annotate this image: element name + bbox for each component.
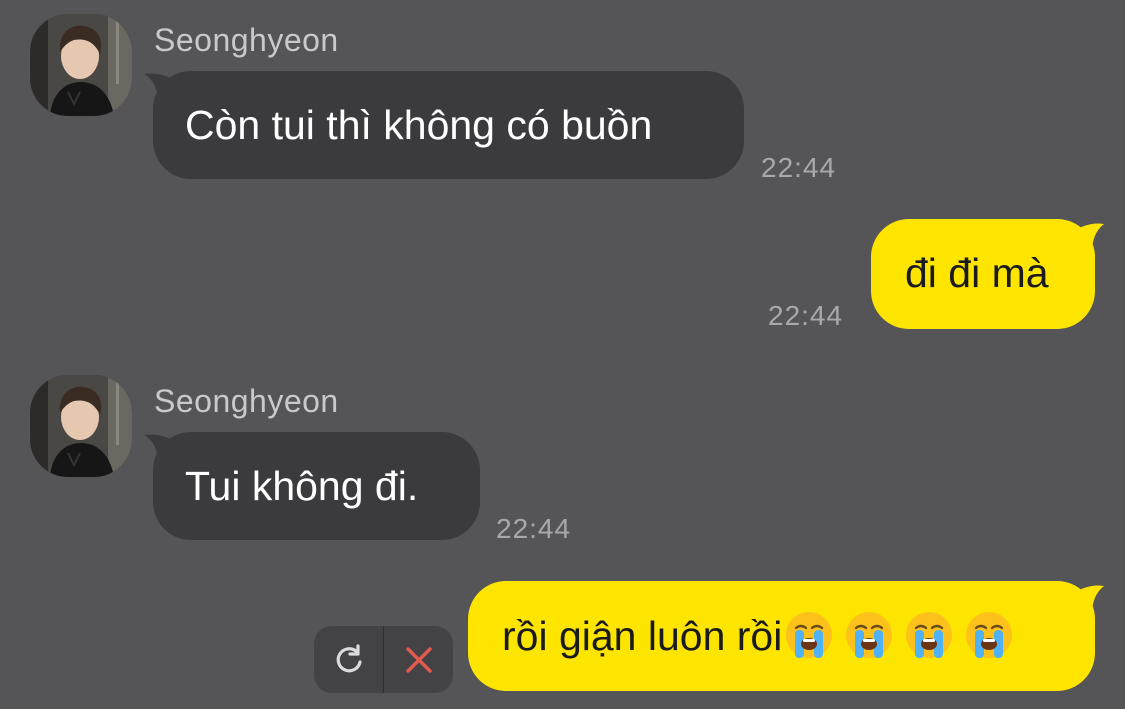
retry-icon [336,643,362,672]
close-icon [405,646,432,673]
message-time: 22:44 [496,513,572,544]
loudly-crying-face-icon [786,612,833,658]
message-bubble-outgoing[interactable]: rồi giận luôn rồi [468,581,1095,691]
bubble-tail [1070,585,1104,614]
message-bubble-incoming[interactable]: Tui không đi. [153,432,480,540]
avatar-photo [30,14,132,116]
message-time: 22:44 [761,152,837,183]
message-text: Còn tui thì không có buồn [185,102,653,148]
message-bubble-incoming[interactable]: Còn tui thì không có buồn [153,71,744,179]
sender-name: Seonghyeon [154,383,339,419]
message-text: đi đi mà [905,250,1049,296]
message-text: rồi giận luôn rồi [502,613,783,659]
delete-button[interactable] [384,626,453,693]
retry-button[interactable] [314,626,383,693]
bubble-tail [1070,223,1104,252]
avatar-photo [30,375,132,477]
loudly-crying-face-icon [966,612,1013,658]
message-time: 22:44 [768,300,844,331]
failed-message-actions [314,626,453,693]
emoji-group [784,610,1014,661]
sender-name: Seonghyeon [154,22,339,58]
avatar[interactable] [30,14,132,116]
message-text: Tui không đi. [185,463,419,509]
chat-screen: Seonghyeon Còn tui thì không có buồn 22:… [0,0,1125,709]
loudly-crying-face-icon [906,612,953,658]
loudly-crying-face-icon [846,612,893,658]
message-bubble-outgoing[interactable]: đi đi mà [871,219,1095,329]
avatar[interactable] [30,375,132,477]
